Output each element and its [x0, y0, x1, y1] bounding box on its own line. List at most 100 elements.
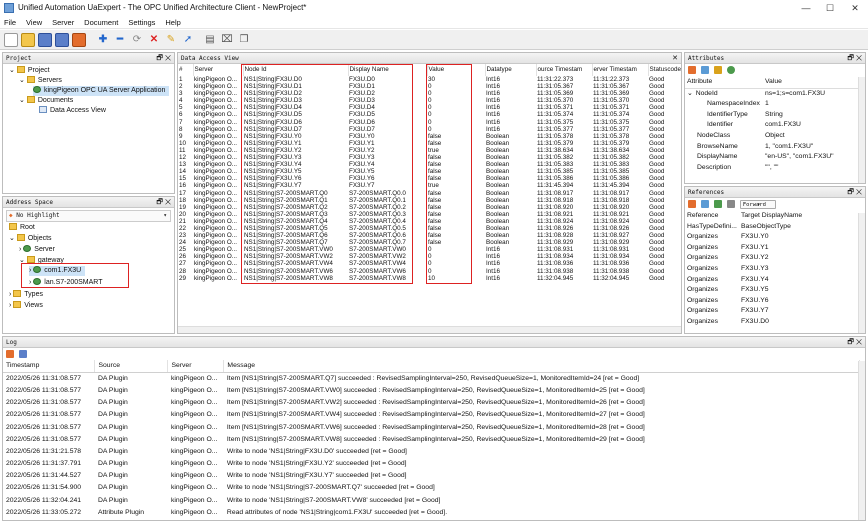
- pointer-icon[interactable]: ➚: [181, 33, 195, 47]
- reference-row[interactable]: HasTypeDefini... BaseObjectType: [685, 222, 860, 233]
- column-header[interactable]: Message: [223, 360, 860, 373]
- log-row[interactable]: 2022/05/26 11:31:08.577 DA Plugin kingPige…: [3, 409, 860, 421]
- log-row[interactable]: 2022/05/26 11:31:21.578 DA Plugin kingPige…: [3, 445, 860, 457]
- edit-icon[interactable]: [713, 66, 722, 74]
- attribute-row[interactable]: BrowseName 1, "com1.FX3U": [685, 142, 860, 153]
- column-header[interactable]: Datatype: [485, 64, 537, 76]
- reference-row[interactable]: Organizes FX3U.Y3: [685, 264, 860, 275]
- highlight-dropdown[interactable]: ◆ No Highlight ▾: [6, 210, 171, 222]
- reference-row[interactable]: Organizes FX3U.Y7: [685, 306, 860, 317]
- attribute-row[interactable]: Description "", "": [685, 163, 860, 174]
- menu-document[interactable]: Document: [80, 16, 122, 29]
- tree-item-objects[interactable]: ⌄ Objects: [9, 234, 52, 244]
- save-log-icon[interactable]: [18, 350, 27, 358]
- attribute-row[interactable]: DisplayName "en-US", "com1.FX3U": [685, 152, 860, 163]
- window-icon[interactable]: ❐: [237, 33, 251, 47]
- reference-row[interactable]: Organizes FX3U.Y0: [685, 232, 860, 243]
- maximize-button[interactable]: ☐: [818, 1, 842, 15]
- reference-row[interactable]: Organizes FX3U.Y4: [685, 275, 860, 286]
- chevron-down-icon[interactable]: ⌄: [687, 90, 693, 97]
- log-row[interactable]: 2022/05/26 11:31:44.527 DA Plugin kingPige…: [3, 470, 860, 482]
- column-header[interactable]: Server: [167, 360, 225, 373]
- reference-row[interactable]: Organizes FX3U.Y5: [685, 285, 860, 296]
- log-row[interactable]: 2022/05/26 11:31:54.900 DA Plugin kingPige…: [3, 482, 860, 494]
- open-project-icon[interactable]: [21, 33, 35, 47]
- add-icon[interactable]: [726, 66, 735, 74]
- refresh-icon[interactable]: [688, 200, 696, 208]
- log-row[interactable]: 2022/05/26 11:33:05.272 Attribute Plugin k…: [3, 506, 860, 518]
- menu-help[interactable]: Help: [161, 16, 184, 29]
- direction-dropdown[interactable]: Forward ▾: [739, 200, 776, 209]
- tree-item-views[interactable]: › Views: [9, 301, 43, 311]
- filter-icon[interactable]: [700, 200, 709, 208]
- horizontal-scrollbar[interactable]: [178, 326, 681, 333]
- panel-controls[interactable]: 🗗 ✕: [156, 197, 171, 208]
- attribute-row[interactable]: ⌄ NodeId ns=1;s=com1.FX3U: [685, 88, 860, 99]
- attribute-row[interactable]: NodeClass Object: [685, 131, 860, 142]
- column-header[interactable]: #: [178, 64, 194, 76]
- menu-view[interactable]: View: [22, 16, 46, 29]
- tree-item-documents[interactable]: ⌄ Documents: [19, 96, 73, 106]
- connect-icon[interactable]: ⟳: [130, 33, 144, 47]
- column-header[interactable]: Statuscode: [648, 64, 681, 76]
- log-row[interactable]: 2022/05/26 11:31:08.577 DA Plugin kingPige…: [3, 421, 860, 433]
- vertical-scrollbar[interactable]: [858, 213, 865, 333]
- tree-icon[interactable]: [713, 200, 722, 208]
- menu-file[interactable]: File: [0, 16, 20, 29]
- tree-item-types[interactable]: › Types: [9, 290, 43, 300]
- column-header[interactable]: Source: [94, 360, 169, 373]
- log-row[interactable]: 2022/05/26 11:31:08.577 DA Plugin kingPige…: [3, 384, 860, 396]
- log-row[interactable]: 2022/05/26 11:31:37.791 DA Plugin kingPige…: [3, 458, 860, 470]
- tree-item-data-access-view[interactable]: Data Access View: [39, 106, 106, 116]
- panel-controls[interactable]: 🗗 ✕: [847, 187, 862, 198]
- wrench-icon[interactable]: ✎: [164, 33, 178, 47]
- panel-controls[interactable]: 🗗 ✕: [847, 53, 862, 64]
- log-row[interactable]: 2022/05/26 11:32:04.241 DA Plugin kingPige…: [3, 494, 860, 506]
- new-project-icon[interactable]: [4, 33, 18, 47]
- tree-item-project[interactable]: ⌄ Project: [9, 66, 50, 76]
- log-row[interactable]: 2022/05/26 11:31:08.577 DA Plugin kingPige…: [3, 397, 860, 409]
- menu-server[interactable]: Server: [48, 16, 78, 29]
- reference-row[interactable]: Organizes FX3U.Y6: [685, 296, 860, 307]
- tree-item-root[interactable]: Root: [9, 223, 35, 233]
- delete-icon[interactable]: ✕: [147, 33, 161, 47]
- server-icon: [33, 86, 41, 93]
- tree-item-server-application[interactable]: kingPigeon OPC UA Server Application: [33, 86, 170, 96]
- menu-settings[interactable]: Settings: [124, 16, 159, 29]
- reference-row[interactable]: Organizes FX3U.Y2: [685, 253, 860, 264]
- column-header[interactable]: ource Timestam: [536, 64, 593, 76]
- vertical-scrollbar[interactable]: [858, 77, 865, 183]
- attributes-header: Attributes 🗗 ✕: [685, 53, 865, 64]
- settings-icon[interactable]: [72, 33, 86, 47]
- column-header[interactable]: erver Timestam: [592, 64, 649, 76]
- vertical-scrollbar[interactable]: [858, 361, 865, 520]
- minimize-button[interactable]: —: [794, 1, 818, 15]
- tree-item-server[interactable]: › Server: [19, 245, 55, 255]
- reference-row[interactable]: Organizes FX3U.D0: [685, 317, 860, 328]
- log-row[interactable]: 2022/05/26 11:31:08.577 DA Plugin kingPige…: [3, 433, 860, 445]
- add-server-icon[interactable]: ✚: [96, 33, 110, 47]
- save-as-icon[interactable]: [55, 33, 69, 47]
- log-row[interactable]: 2022/05/26 11:33:05.275Reference Plugink…: [3, 518, 860, 520]
- settings-icon[interactable]: [726, 200, 735, 208]
- folder-icon: [16, 234, 25, 241]
- attribute-row[interactable]: NamespaceIndex 1: [685, 99, 860, 110]
- filter-icon[interactable]: [700, 66, 709, 74]
- panel-controls[interactable]: 🗗 ✕: [156, 53, 171, 64]
- document-icon[interactable]: ▤: [203, 33, 217, 47]
- remove-document-icon[interactable]: ⌧: [220, 33, 234, 47]
- panel-controls[interactable]: 🗗 ✕: [847, 337, 862, 348]
- column-header[interactable]: Timestamp: [3, 360, 96, 373]
- clear-log-icon[interactable]: [6, 350, 14, 358]
- save-icon[interactable]: [38, 33, 52, 47]
- tree-item-servers[interactable]: ⌄ Servers: [19, 76, 62, 86]
- column-header[interactable]: Server: [193, 64, 244, 76]
- log-row[interactable]: 2022/05/26 11:31:08.577 DA Plugin kingPige…: [3, 372, 860, 384]
- refresh-icon[interactable]: [688, 66, 696, 74]
- close-icon[interactable]: ✕: [672, 53, 678, 64]
- attribute-row[interactable]: IdentifierType String: [685, 110, 860, 121]
- close-button[interactable]: ✕: [843, 1, 867, 15]
- remove-server-icon[interactable]: ━: [113, 33, 127, 47]
- attribute-row[interactable]: Identifier com1.FX3U: [685, 120, 860, 131]
- reference-row[interactable]: Organizes FX3U.Y1: [685, 243, 860, 254]
